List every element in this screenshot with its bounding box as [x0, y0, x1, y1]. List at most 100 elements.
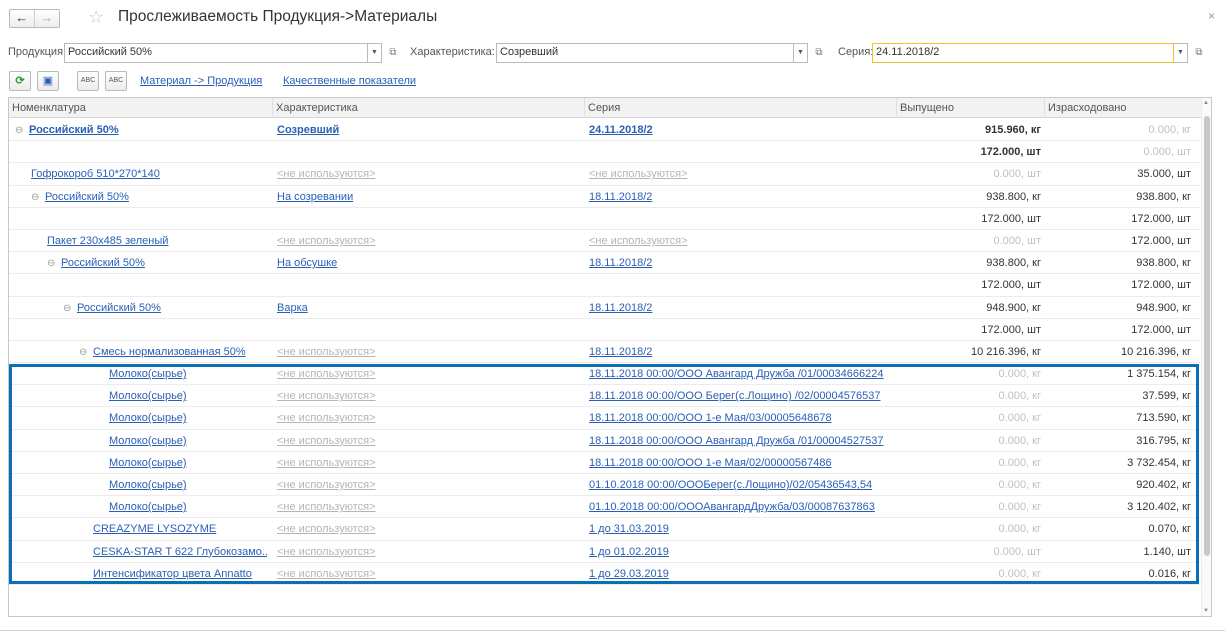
nomenclature-link[interactable]: Молоко(сырье) — [109, 368, 187, 380]
characteristic-dropdown-button[interactable]: ▼ — [794, 43, 808, 63]
col-released[interactable]: Выпущено — [897, 98, 1045, 118]
close-button[interactable]: × — [1208, 9, 1215, 23]
series-link[interactable]: 18.11.2018 00:00/ООО Берег(с.Лощино) /02… — [589, 390, 881, 402]
table-row[interactable]: ⊖ Российский 50% Созревший 24.11.2018/2 915.… — [9, 119, 1202, 142]
characteristic-open-icon[interactable]: ⧉ — [812, 46, 826, 60]
col-nomenclature[interactable]: Номенклатура — [9, 98, 273, 118]
table-row[interactable]: Молоко(сырье) <не используются> 18.11.2018… — [9, 385, 1202, 408]
text-export-icon[interactable]: ABC — [77, 71, 99, 91]
table-row[interactable]: ⊖ Российский 50% На обсушке 18.11.2018/2 938… — [9, 252, 1202, 275]
table-row[interactable]: Молоко(сырье) <не используются> 18.11.2018… — [9, 430, 1202, 452]
refresh-icon[interactable]: ⟳ — [9, 71, 31, 91]
nomenclature-link[interactable]: Молоко(сырье) — [109, 412, 187, 424]
characteristic-link[interactable]: <не используются> — [277, 390, 376, 402]
table-row[interactable]: CESKA-STAR T 622 Глубокозамо... <не испол… — [9, 541, 1202, 563]
series-link[interactable]: 18.11.2018/2 — [589, 191, 652, 203]
characteristic-link[interactable]: На обсушке — [277, 257, 337, 269]
nomenclature-link[interactable]: Молоко(сырье) — [109, 501, 187, 513]
characteristic-link[interactable]: <не используются> — [277, 435, 376, 447]
table-row[interactable]: 172.000, шт 172.000, шт — [9, 208, 1202, 230]
table-row[interactable]: Молоко(сырье) <не используются> 18.11.2018… — [9, 452, 1202, 474]
nomenclature-link[interactable]: Российский 50% — [61, 257, 145, 269]
characteristic-link[interactable]: Варка — [277, 302, 308, 314]
product-open-icon[interactable]: ⧉ — [386, 46, 400, 60]
series-link[interactable]: 18.11.2018/2 — [589, 302, 652, 314]
collapse-icon[interactable]: ⊖ — [31, 187, 42, 208]
back-button[interactable]: ← — [10, 10, 35, 27]
nomenclature-link[interactable]: CREAZYME LYSOZYME — [93, 523, 216, 535]
series-link[interactable]: 18.11.2018 00:00/ООО 1-е Мая/03/00005648… — [589, 412, 832, 424]
col-series[interactable]: Серия — [585, 98, 897, 118]
nomenclature-link[interactable]: Интенсификатор цвета Annatto — [93, 568, 252, 580]
series-link[interactable]: 1 до 31.03.2019 — [589, 523, 669, 535]
table-row[interactable]: ⊖ Российский 50% На созревании 18.11.2018/2… — [9, 186, 1202, 208]
product-dropdown-button[interactable]: ▼ — [368, 43, 382, 63]
collapse-icon[interactable]: ⊖ — [63, 298, 74, 319]
characteristic-link[interactable]: <не используются> — [277, 412, 376, 424]
scroll-thumb[interactable] — [1204, 116, 1210, 556]
collapse-icon[interactable]: ⊖ — [15, 120, 26, 141]
table-row[interactable]: ⊖ Российский 50% Варка 18.11.2018/2 948.900,… — [9, 297, 1202, 319]
collapse-icon[interactable]: ⊖ — [47, 253, 58, 274]
table-row[interactable]: Молоко(сырье) <не используются> 01.10.2018… — [9, 496, 1202, 519]
characteristic-link[interactable]: <не используются> — [277, 568, 376, 580]
series-link[interactable]: <не используются> — [589, 235, 688, 247]
print-icon[interactable]: ▣ — [37, 71, 59, 91]
scroll-up-icon[interactable]: ▲ — [1203, 100, 1209, 106]
characteristic-link[interactable]: <не используются> — [277, 457, 376, 469]
series-link[interactable]: <не используются> — [589, 168, 688, 180]
series-field[interactable]: 24.11.2018/2 — [872, 43, 1174, 63]
series-link[interactable]: 01.10.2018 00:00/ОООБерег(с.Лощино)/02/0… — [589, 479, 872, 491]
characteristic-link[interactable]: На созревании — [277, 191, 353, 203]
characteristic-link[interactable]: <не используются> — [277, 368, 376, 380]
characteristic-link[interactable]: <не используются> — [277, 479, 376, 491]
series-link[interactable]: 1 до 29.03.2019 — [589, 568, 669, 580]
nomenclature-link[interactable]: Молоко(сырье) — [109, 457, 187, 469]
series-link[interactable]: 18.11.2018/2 — [589, 257, 652, 269]
characteristic-field[interactable]: Созревший — [496, 43, 794, 63]
characteristic-link[interactable]: <не используются> — [277, 235, 376, 247]
nomenclature-link[interactable]: Российский 50% — [77, 302, 161, 314]
series-link[interactable]: 18.11.2018 00:00/ООО Авангард Дружба /01… — [589, 368, 884, 380]
table-row[interactable]: 172.000, шт 172.000, шт — [9, 319, 1202, 341]
nomenclature-link[interactable]: Молоко(сырье) — [109, 435, 187, 447]
table-row[interactable]: 172.000, шт 172.000, шт — [9, 274, 1202, 297]
nomenclature-link[interactable]: Пакет 230х485 зеленый — [47, 235, 168, 247]
series-link[interactable]: 18.11.2018 00:00/ООО 1-е Мая/02/00000567… — [589, 457, 832, 469]
characteristic-link[interactable]: <не используются> — [277, 546, 376, 558]
table-row[interactable]: Пакет 230х485 зеленый <не используются> <н… — [9, 230, 1202, 253]
series-link[interactable]: 18.11.2018 00:00/ООО Авангард Дружба /01… — [589, 435, 884, 447]
nomenclature-link[interactable]: Смесь нормализованная 50% — [93, 346, 246, 358]
table-row[interactable]: CREAZYME LYSOZYME <не используются> 1 до 3… — [9, 518, 1202, 541]
nomenclature-link[interactable]: CESKA-STAR T 622 Глубокозамо... — [93, 546, 267, 558]
characteristic-link[interactable]: <не используются> — [277, 523, 376, 535]
nomenclature-link[interactable]: Молоко(сырье) — [109, 390, 187, 402]
characteristic-link[interactable]: Созревший — [277, 124, 339, 136]
series-link[interactable]: 01.10.2018 00:00/ОООАвангардДружба/03/00… — [589, 501, 875, 513]
characteristic-link[interactable]: <не используются> — [277, 168, 376, 180]
characteristic-link[interactable]: <не используются> — [277, 501, 376, 513]
table-row[interactable]: Интенсификатор цвета Annatto <не использу… — [9, 563, 1202, 585]
product-field[interactable]: Российский 50% — [64, 43, 368, 63]
scroll-down-icon[interactable]: ▼ — [1203, 608, 1209, 614]
favorite-star-icon[interactable]: ☆ — [88, 7, 104, 27]
col-characteristic[interactable]: Характеристика — [273, 98, 585, 118]
series-link[interactable]: 24.11.2018/2 — [589, 124, 653, 136]
nomenclature-link[interactable]: Гофрокороб 510*270*140 — [31, 168, 160, 180]
series-link[interactable]: 1 до 01.02.2019 — [589, 546, 669, 558]
forward-button[interactable]: → — [35, 10, 59, 27]
col-consumed[interactable]: Израсходовано — [1045, 98, 1202, 118]
series-open-icon[interactable]: ⧉ — [1192, 46, 1206, 60]
table-row[interactable]: ⊖ Смесь нормализованная 50% <не используют… — [9, 341, 1202, 364]
table-row[interactable]: Гофрокороб 510*270*140 <не используются> <… — [9, 163, 1202, 186]
table-row[interactable]: Молоко(сырье) <не используются> 18.11.2018… — [9, 407, 1202, 430]
nomenclature-link[interactable]: Российский 50% — [45, 191, 129, 203]
quality-link[interactable]: Качественные показатели — [283, 75, 416, 87]
nomenclature-link[interactable]: Молоко(сырье) — [109, 479, 187, 491]
table-row[interactable]: Молоко(сырье) <не используются> 01.10.2018… — [9, 474, 1202, 497]
collapse-icon[interactable]: ⊖ — [79, 342, 90, 363]
series-link[interactable]: 18.11.2018/2 — [589, 346, 652, 358]
characteristic-link[interactable]: <не используются> — [277, 346, 376, 358]
material-product-link[interactable]: Материал -> Продукция — [140, 75, 262, 87]
series-dropdown-button[interactable]: ▼ — [1174, 43, 1188, 63]
